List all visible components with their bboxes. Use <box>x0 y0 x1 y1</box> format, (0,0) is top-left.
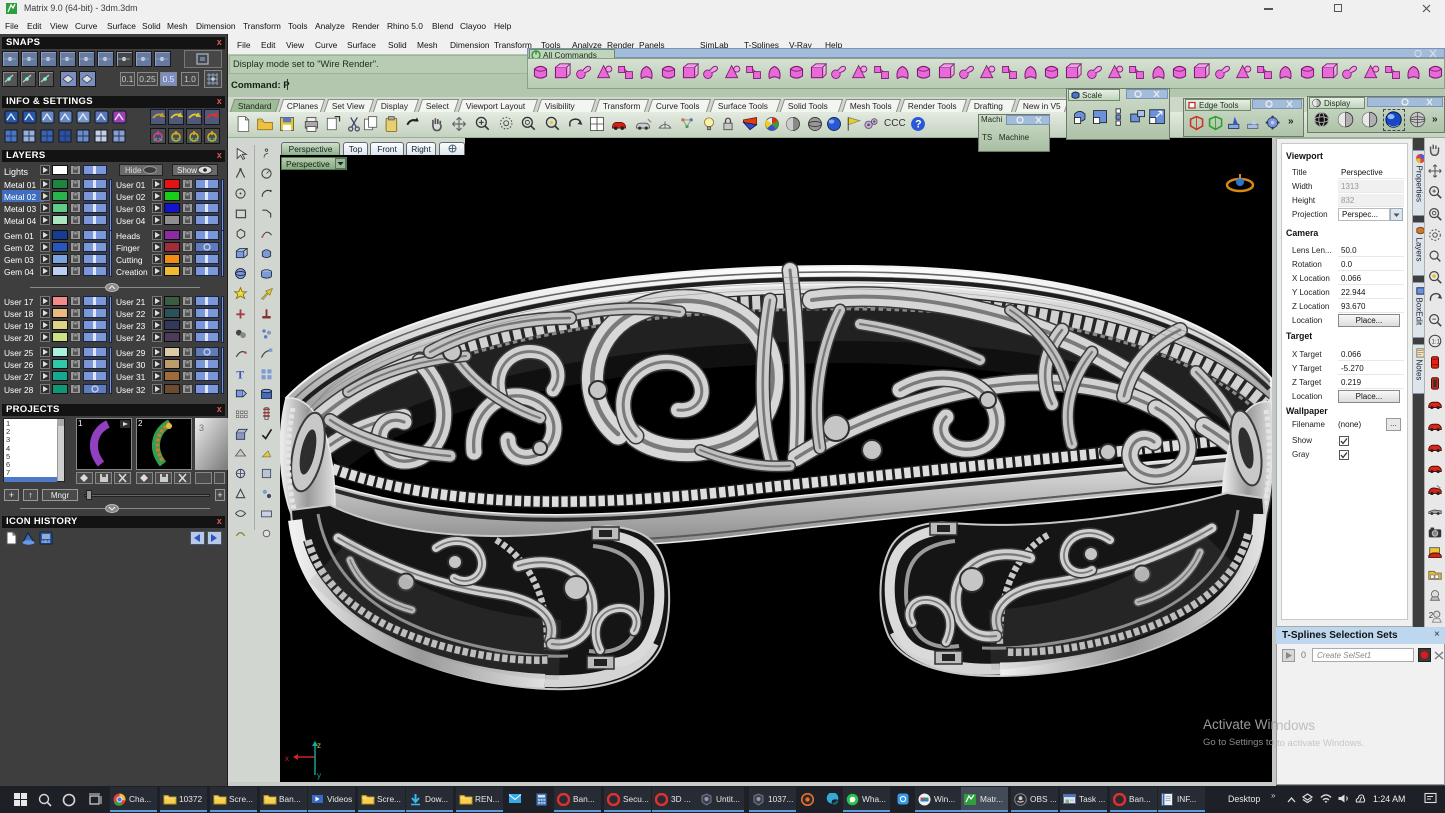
svg-text:y: y <box>317 771 321 780</box>
svg-text:x: x <box>285 754 289 763</box>
svg-text:1:1: 1:1 <box>1431 339 1440 346</box>
svg-text:MBS: MBS <box>42 539 51 544</box>
svg-text:3: 3 <box>199 423 204 433</box>
svg-text:z: z <box>317 741 321 750</box>
svg-text:?: ? <box>915 119 922 131</box>
svg-text:T: T <box>236 369 244 382</box>
svg-text:2: 2 <box>1429 611 1434 620</box>
